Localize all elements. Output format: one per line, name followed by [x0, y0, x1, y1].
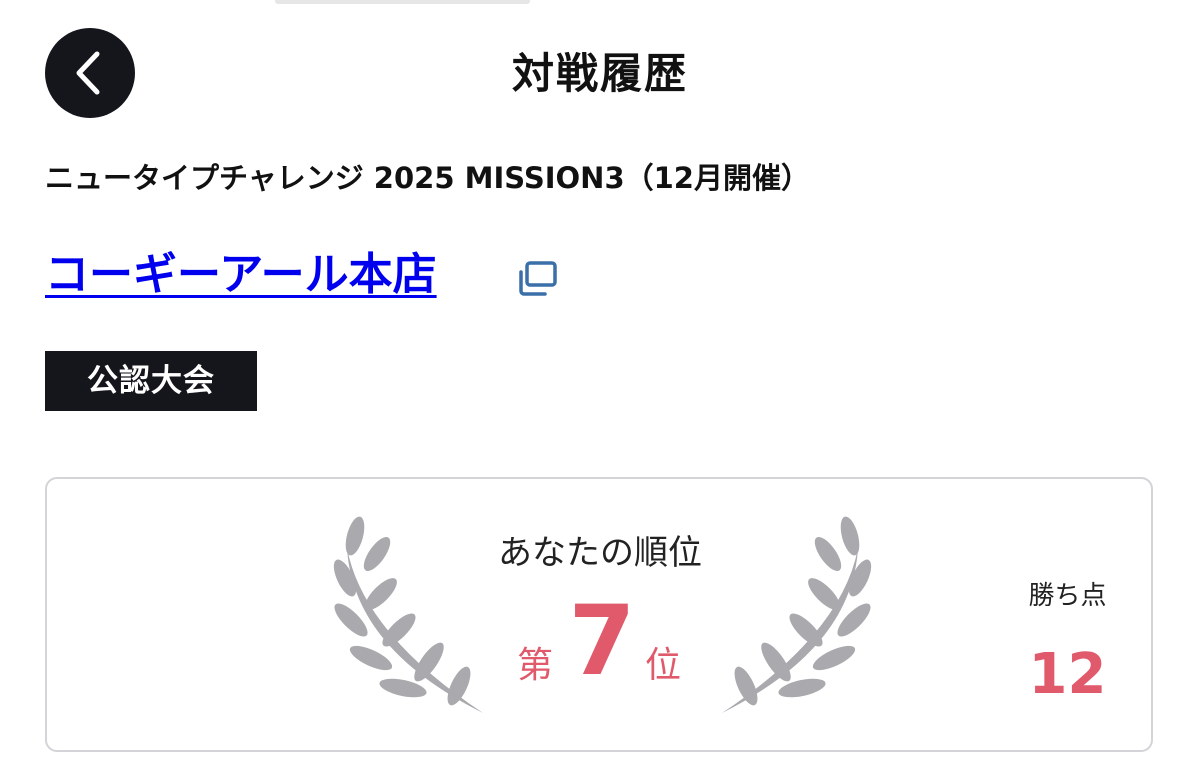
- page-title: 対戦履歴: [511, 49, 688, 98]
- external-window-icon[interactable]: [515, 260, 559, 300]
- event-name: ニュータイプチャレンジ 2025 MISSION3（12月開催）: [45, 161, 810, 195]
- points-value: 12: [1028, 642, 1107, 707]
- official-tournament-badge: 公認大会: [45, 351, 257, 411]
- rank-prefix: 第: [517, 645, 554, 686]
- top-sliver: [275, 0, 530, 4]
- points-label: 勝ち点: [1028, 581, 1107, 611]
- rank-number: 7: [568, 585, 636, 697]
- rank-suffix: 位: [645, 645, 682, 686]
- rank-heading: あなたの順位: [498, 533, 702, 573]
- shop-link-container: コーギーアール本店: [45, 245, 437, 305]
- shop-link[interactable]: コーギーアール本店: [45, 249, 437, 300]
